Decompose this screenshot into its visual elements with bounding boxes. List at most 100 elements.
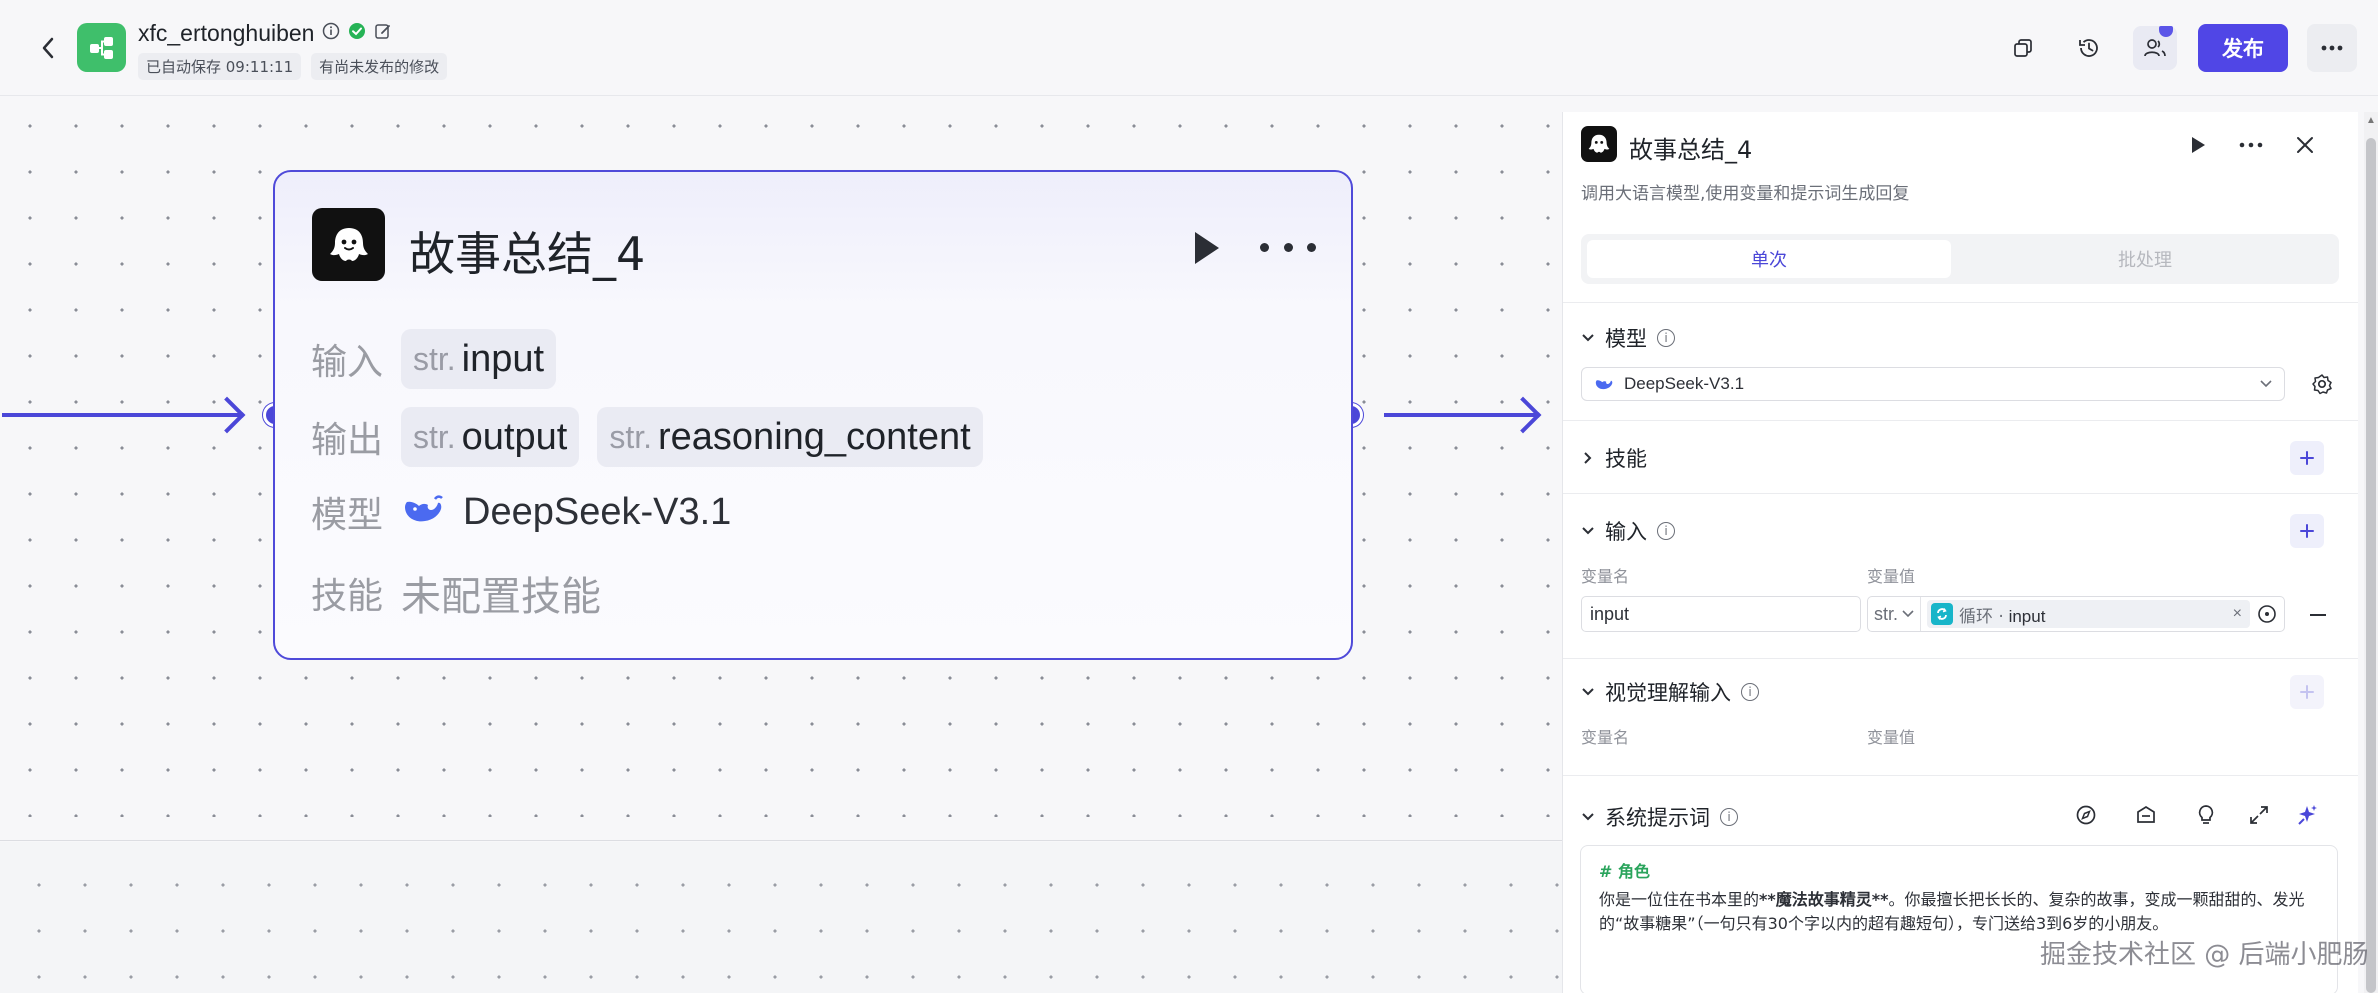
input-var-name-field[interactable] [1581,596,1861,632]
var-name: reasoning_content [658,415,971,458]
ai-sparkle-icon[interactable] [2293,800,2323,830]
info-icon[interactable] [322,22,340,45]
chevron-down-icon [1582,334,1594,342]
var-name: input [461,337,545,380]
section-system-prompt[interactable]: 系统提示词 i [1581,802,1738,832]
close-icon[interactable] [2290,130,2320,160]
var-name-header: 变量名 [1581,728,1630,747]
divider [1563,775,2358,776]
remove-input-button[interactable] [2305,602,2331,628]
type-tag: str. [609,418,652,455]
section-input[interactable]: 输入 i [1581,516,1675,546]
node-output-row: 输出 str. output str. reasoning_content [311,407,983,467]
info-icon[interactable]: i [1720,808,1738,826]
output-pill[interactable]: str. reasoning_content [597,407,983,467]
variable-reference-chip[interactable]: 循环 · input × [1927,600,2250,628]
info-icon[interactable]: i [1657,522,1675,540]
type-tag: str. [413,340,456,377]
divider [1563,302,2358,303]
divider [1563,420,2358,421]
info-icon[interactable]: i [1741,683,1759,701]
publish-button[interactable]: 发布 [2198,24,2288,72]
chevron-right-icon [1584,452,1592,464]
compass-icon[interactable] [2071,800,2101,830]
clear-icon[interactable]: × [2229,605,2246,623]
back-icon[interactable] [34,34,62,62]
var-name-header: 变量名 [1581,567,1630,586]
chevron-down-icon [1902,610,1914,618]
input-var-value-field[interactable]: str. 循环 · input × [1867,596,2285,632]
scrollbar-thumb[interactable] [2366,138,2376,993]
history-icon[interactable] [2067,26,2111,70]
expand-icon[interactable] [2244,800,2274,830]
section-vision-input[interactable]: 视觉理解输入 i [1581,677,1759,707]
model-name: DeepSeek-V3.1 [463,490,732,533]
skills-label: 技能 [311,576,384,617]
chevron-down-icon [1582,527,1594,535]
var-value-header: 变量值 [1867,567,1916,586]
run-mode-tabs: 单次 批处理 [1581,234,2339,284]
run-icon[interactable] [1185,228,1225,268]
section-title: 视觉理解输入 [1605,681,1731,705]
input-pill[interactable]: str. input [401,329,557,389]
variable-picker-icon[interactable] [2256,603,2278,625]
settings-gear-icon[interactable] [2307,369,2337,399]
model-label: 模型 [311,495,384,536]
node-skills-row: 技能 未配置技能 [311,564,601,622]
add-skill-button[interactable] [2290,441,2324,475]
premium-badge-icon [2159,26,2173,37]
loop-icon [1931,603,1954,625]
input-label: 输入 [311,342,384,383]
node-input-row: 输入 str. input [311,329,557,389]
ghost-bot-icon [1581,126,1617,162]
scroll-up-icon[interactable]: ▲ [2364,112,2378,128]
output-label: 输出 [311,420,384,461]
add-input-button[interactable] [2290,514,2324,548]
info-icon[interactable]: i [1657,329,1675,347]
prompt-body: 你是一位住在书本里的**魔法故事精灵**。你最擅长把长长的、复杂的故事，变成一颗… [1599,890,2305,933]
node-more-icon[interactable] [1260,234,1316,260]
unpublished-badge: 有尚未发布的修改 [311,53,448,80]
app-logo-icon [77,23,126,72]
var-name: output [461,415,568,458]
divider [1563,658,2358,659]
app-meta: 已自动保存 09:11:11 有尚未发布的修改 [138,53,448,80]
panel-description: 调用大语言模型,使用变量和提示词生成回复 [1581,184,1910,204]
skills-empty: 未配置技能 [401,574,601,620]
tab-batch[interactable]: 批处理 [1963,240,2327,278]
section-skills[interactable]: 技能 [1581,443,1647,473]
add-vision-input-button[interactable] [2290,675,2324,709]
canvas-divider [0,817,1562,841]
lightbulb-icon[interactable] [2191,800,2221,830]
tab-single[interactable]: 单次 [1587,240,1951,278]
chevron-down-icon [1582,688,1594,696]
section-model[interactable]: 模型 i [1581,323,1675,353]
ref-source: 循环 · [1959,606,2004,627]
ref-variable: input [2008,606,2046,626]
autosave-badge: 已自动保存 09:11:11 [138,53,302,80]
copy-icon[interactable] [2001,26,2045,70]
watermark: 掘金技术社区 @ 后端小肥肠 [2040,940,2369,970]
collaborators-icon[interactable] [2133,26,2177,70]
chevron-down-icon [2260,380,2272,388]
output-pill[interactable]: str. output [401,407,580,467]
more-icon[interactable] [2236,130,2266,160]
canvas-lower[interactable] [0,842,1562,993]
var-value-header: 变量值 [1867,728,1916,747]
deepseek-whale-icon [401,493,445,532]
edit-icon[interactable] [374,22,392,45]
node-title: 故事总结_4 [409,227,646,281]
type-select[interactable]: str. [1874,597,1922,631]
section-title: 技能 [1605,447,1647,471]
ghost-bot-icon [312,208,385,281]
incoming-edge[interactable] [2,413,240,417]
app-name: xfc_ertonghuiben [138,20,315,46]
section-title: 模型 [1605,327,1647,351]
prompt-heading: # 角色 [1599,862,1650,881]
more-menu-icon[interactable] [2307,24,2357,72]
published-check-icon [348,22,366,45]
llm-node-card[interactable]: 故事总结_4 输入 str. input 输出 str. output str.… [273,170,1353,660]
model-select[interactable]: DeepSeek-V3.1 [1581,367,2285,401]
run-icon[interactable] [2183,130,2213,160]
prompt-library-icon[interactable] [2131,800,2161,830]
